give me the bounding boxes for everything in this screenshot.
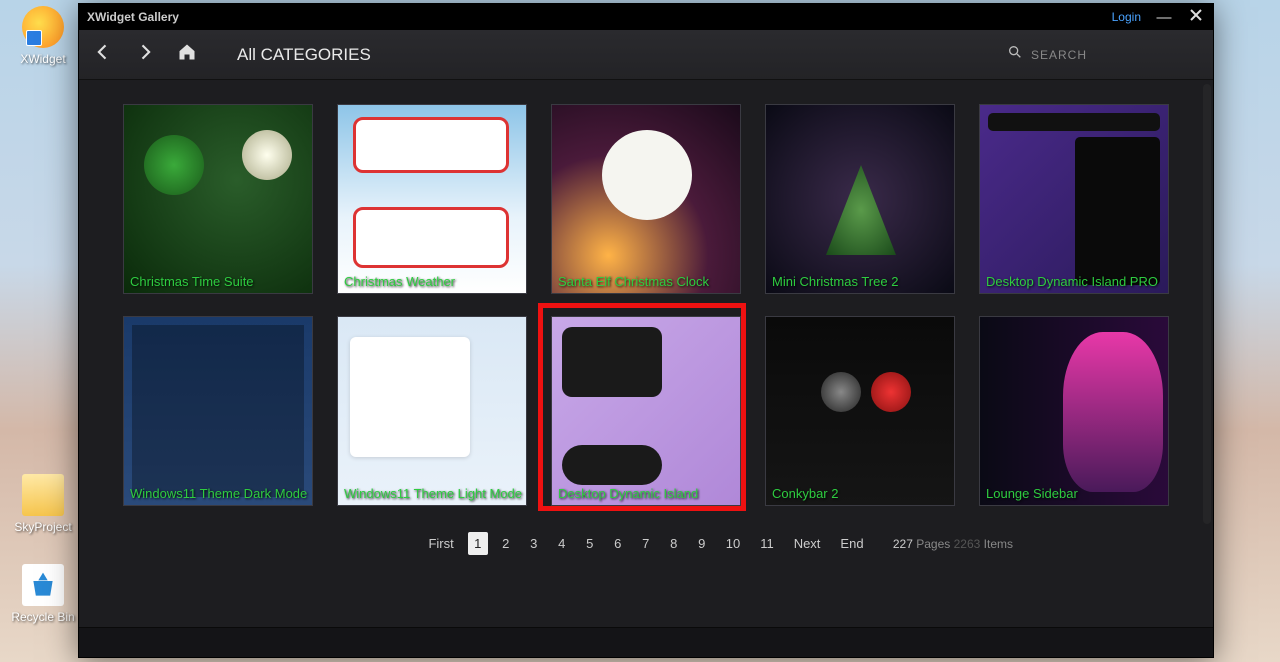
page-number[interactable]: 6 [608, 532, 628, 555]
gallery-item-label: Christmas Time Suite [130, 274, 254, 289]
page-number[interactable]: 11 [754, 532, 780, 555]
desktop-icon-label: SkyProject [8, 520, 78, 534]
desktop-icon-skyproject[interactable]: SkyProject [8, 474, 78, 534]
gallery-item-label: Santa Elf Christmas Clock [558, 274, 709, 289]
toolbar: All CATEGORIES [79, 30, 1213, 80]
xwidget-app-icon [22, 6, 64, 48]
gallery-content: Christmas Time Suite Christmas Weather S… [79, 80, 1213, 627]
folder-icon [22, 474, 64, 516]
gallery-item-label: Christmas Weather [344, 274, 455, 289]
forward-button[interactable] [133, 42, 157, 68]
gallery-item-label: Windows11 Theme Dark Mode [130, 486, 307, 501]
gallery-item-label: Mini Christmas Tree 2 [772, 274, 898, 289]
page-next[interactable]: Next [788, 532, 827, 555]
search-input[interactable] [1031, 48, 1201, 62]
close-button[interactable] [1187, 8, 1205, 26]
back-button[interactable] [91, 42, 115, 68]
gallery-item-label: Desktop Dynamic Island [558, 486, 698, 501]
window-title: XWidget Gallery [87, 10, 179, 24]
gallery-item[interactable]: Christmas Time Suite [123, 104, 313, 294]
desktop-icon-xwidget[interactable]: XWidget [8, 6, 78, 66]
gallery-item-label: Lounge Sidebar [986, 486, 1078, 501]
login-link[interactable]: Login [1112, 10, 1141, 24]
home-button[interactable] [175, 42, 199, 68]
search-box[interactable] [1007, 44, 1201, 65]
gallery-grid: Christmas Time Suite Christmas Weather S… [99, 104, 1193, 506]
page-number[interactable]: 8 [664, 532, 684, 555]
page-number[interactable]: 5 [580, 532, 600, 555]
page-first[interactable]: First [422, 532, 459, 555]
page-number[interactable]: 7 [636, 532, 656, 555]
desktop-icon-recyclebin[interactable]: Recycle Bin [8, 564, 78, 624]
page-number[interactable]: 4 [552, 532, 572, 555]
desktop-icon-label: Recycle Bin [8, 610, 78, 624]
titlebar: XWidget Gallery Login — [79, 4, 1213, 30]
pagination: First 1 2 3 4 5 6 7 8 9 10 11 Next End 2… [99, 506, 1193, 575]
gallery-item-highlighted[interactable]: Desktop Dynamic Island [551, 316, 741, 506]
bottom-bar [79, 627, 1213, 657]
xwidget-gallery-window: XWidget Gallery Login — All CATEGORIES [78, 3, 1214, 658]
page-number[interactable]: 10 [720, 532, 746, 555]
page-number[interactable]: 1 [468, 532, 488, 555]
gallery-item-label: Conkybar 2 [772, 486, 838, 501]
page-number[interactable]: 2 [496, 532, 516, 555]
scrollbar[interactable] [1203, 84, 1211, 524]
pagination-info: 227 Pages 2263 Items [893, 537, 1013, 551]
page-number[interactable]: 3 [524, 532, 544, 555]
gallery-item[interactable]: Conkybar 2 [765, 316, 955, 506]
search-icon [1007, 44, 1023, 65]
gallery-item[interactable]: Windows11 Theme Dark Mode [123, 316, 313, 506]
desktop-icon-label: XWidget [8, 52, 78, 66]
gallery-item[interactable]: Lounge Sidebar [979, 316, 1169, 506]
gallery-item[interactable]: Christmas Weather [337, 104, 527, 294]
minimize-button[interactable]: — [1155, 9, 1173, 26]
gallery-item[interactable]: Mini Christmas Tree 2 [765, 104, 955, 294]
page-number[interactable]: 9 [692, 532, 712, 555]
recycle-bin-icon [22, 564, 64, 606]
page-end[interactable]: End [834, 532, 869, 555]
breadcrumb: All CATEGORIES [237, 45, 371, 65]
gallery-item-label: Windows11 Theme Light Mode [344, 486, 522, 501]
gallery-item[interactable]: Windows11 Theme Light Mode [337, 316, 527, 506]
gallery-item[interactable]: Desktop Dynamic Island PRO [979, 104, 1169, 294]
gallery-item[interactable]: Santa Elf Christmas Clock [551, 104, 741, 294]
gallery-item-label: Desktop Dynamic Island PRO [986, 274, 1158, 289]
